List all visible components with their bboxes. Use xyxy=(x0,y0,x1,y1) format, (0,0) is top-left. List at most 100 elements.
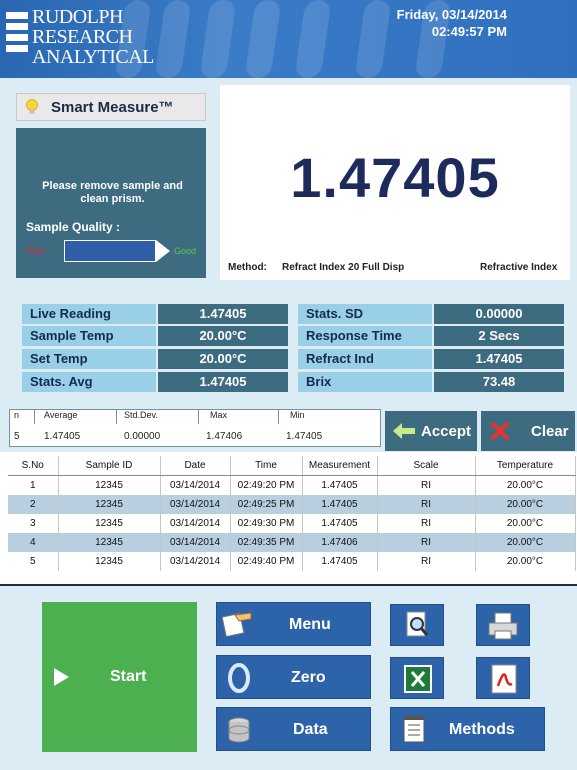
scale-label: Refractive Index xyxy=(480,262,558,273)
pdf-icon xyxy=(491,664,517,694)
logo-icon xyxy=(6,12,28,62)
summary-value-max: 1.47406 xyxy=(206,431,243,442)
summary-header-max: Max xyxy=(210,410,228,420)
accept-label: Accept xyxy=(421,423,472,440)
stat-label-stats-avg: Stats. Avg xyxy=(22,372,156,392)
column-header-sno[interactable]: S.No xyxy=(8,456,59,476)
main-reading: 1.47405 xyxy=(290,146,500,209)
table-row[interactable]: 1 12345 03/14/2014 02:49:20 PM 1.47405 R… xyxy=(8,475,576,495)
stat-label-stats-sd: Stats. SD xyxy=(298,304,432,324)
sample-quality-label: Sample Quality : xyxy=(26,220,121,234)
summary-header-min: Min xyxy=(290,410,305,420)
stat-label-refract-ind: Refract Ind xyxy=(298,349,432,369)
summary-divider xyxy=(198,410,199,424)
notepad-icon xyxy=(403,715,425,743)
stat-value-sample-temp: 20.00°C xyxy=(158,326,288,346)
column-header-temperature[interactable]: Temperature xyxy=(475,456,576,476)
methods-button[interactable]: Methods xyxy=(390,707,545,751)
zero-ring-icon xyxy=(228,663,250,693)
data-label: Data xyxy=(293,721,328,738)
status-message: Please remove sample and clean prism. xyxy=(30,180,195,206)
table-row[interactable]: 4 12345 03/14/2014 02:49:35 PM 1.47406 R… xyxy=(8,533,576,552)
database-icon xyxy=(228,717,250,743)
date-text: Friday, 03/14/2014 xyxy=(396,7,507,22)
cell-sno: 2 xyxy=(8,495,59,514)
column-header-measurement[interactable]: Measurement xyxy=(302,456,378,476)
logo-line: RUDOLPH xyxy=(32,6,123,28)
sample-quality-bar xyxy=(64,240,156,262)
cell-scale: RI xyxy=(377,533,476,552)
lightbulb-icon xyxy=(26,99,38,114)
stat-value-response-time: 2 Secs xyxy=(434,326,564,346)
zero-button[interactable]: Zero xyxy=(216,655,371,699)
arrow-left-icon xyxy=(393,423,415,439)
stat-value-live-reading: 1.47405 xyxy=(158,304,288,324)
summary-value-min: 1.47405 xyxy=(286,431,323,442)
summary-value-n: 5 xyxy=(14,431,20,442)
data-button[interactable]: Data xyxy=(216,707,371,751)
menu-hand-icon xyxy=(221,612,252,638)
stat-label-sample-temp: Sample Temp xyxy=(22,326,156,346)
stat-label-brix: Brix xyxy=(298,372,432,392)
cell-temperature: 20.00°C xyxy=(475,475,576,495)
method-label: Method: xyxy=(228,262,267,273)
column-header-sample-id[interactable]: Sample ID xyxy=(58,456,161,476)
datetime-display: Friday, 03/14/2014 02:49:57 PM xyxy=(397,6,507,40)
methods-label: Methods xyxy=(449,721,515,738)
cell-scale: RI xyxy=(377,552,476,571)
magnifier-icon xyxy=(406,611,429,637)
stat-label-response-time: Response Time xyxy=(298,326,432,346)
column-header-scale[interactable]: Scale xyxy=(377,456,476,476)
logo-line: ANALYTICAL xyxy=(32,46,154,68)
menu-button[interactable]: Menu xyxy=(216,602,371,646)
cell-sno: 5 xyxy=(8,552,59,571)
stat-label-set-temp: Set Temp xyxy=(22,349,156,369)
cell-time: 02:49:25 PM xyxy=(230,495,303,514)
cell-date: 03/14/2014 xyxy=(160,552,231,571)
column-header-time[interactable]: Time xyxy=(230,456,303,476)
table-row[interactable]: 5 12345 03/14/2014 02:49:40 PM 1.47405 R… xyxy=(8,552,576,571)
menu-label: Menu xyxy=(289,616,331,633)
excel-icon xyxy=(404,665,432,693)
accept-button[interactable]: Accept xyxy=(385,411,477,451)
summary-value-average: 1.47405 xyxy=(44,431,81,442)
preview-button[interactable] xyxy=(390,604,444,646)
cell-scale: RI xyxy=(377,495,476,514)
cell-sno: 3 xyxy=(8,514,59,533)
clear-button[interactable]: Clear xyxy=(481,411,575,451)
method-value: Refract Index 20 Full Disp xyxy=(282,262,405,273)
column-header-date[interactable]: Date xyxy=(160,456,231,476)
quality-arrow-icon xyxy=(156,240,170,262)
table-row[interactable]: 3 12345 03/14/2014 02:49:30 PM 1.47405 R… xyxy=(8,514,576,533)
cell-temperature: 20.00°C xyxy=(475,495,576,514)
logo-line: RESEARCH xyxy=(32,26,133,48)
summary-header-stddev: Std.Dev. xyxy=(124,410,158,420)
cell-temperature: 20.00°C xyxy=(475,514,576,533)
cell-sample-id: 12345 xyxy=(58,533,161,552)
summary-divider xyxy=(116,410,117,424)
cell-temperature: 20.00°C xyxy=(475,552,576,571)
export-excel-button[interactable] xyxy=(390,657,444,699)
cell-date: 03/14/2014 xyxy=(160,533,231,552)
cell-scale: RI xyxy=(377,475,476,495)
summary-header-n: n xyxy=(14,410,20,420)
cell-sample-id: 12345 xyxy=(58,495,161,514)
cell-date: 03/14/2014 xyxy=(160,514,231,533)
cell-sno: 1 xyxy=(8,475,59,495)
table-row[interactable]: 2 12345 03/14/2014 02:49:25 PM 1.47405 R… xyxy=(8,495,576,514)
export-pdf-button[interactable] xyxy=(476,657,530,699)
cell-measurement: 1.47406 xyxy=(302,533,378,552)
company-logo: RUDOLPH RESEARCH ANALYTICAL xyxy=(32,7,154,67)
cell-measurement: 1.47405 xyxy=(302,475,378,495)
cell-time: 02:49:20 PM xyxy=(230,475,303,495)
cell-measurement: 1.47405 xyxy=(302,514,378,533)
cell-time: 02:49:30 PM xyxy=(230,514,303,533)
stat-value-refract-ind: 1.47405 xyxy=(434,349,564,369)
clear-label: Clear xyxy=(531,423,569,440)
close-icon xyxy=(491,422,509,440)
status-message-line: clean prism. xyxy=(80,193,145,205)
smart-measure-header: Smart Measure™ xyxy=(16,93,206,121)
stat-value-brix: 73.48 xyxy=(434,372,564,392)
print-button[interactable] xyxy=(476,604,530,646)
start-label: Start xyxy=(110,668,147,685)
